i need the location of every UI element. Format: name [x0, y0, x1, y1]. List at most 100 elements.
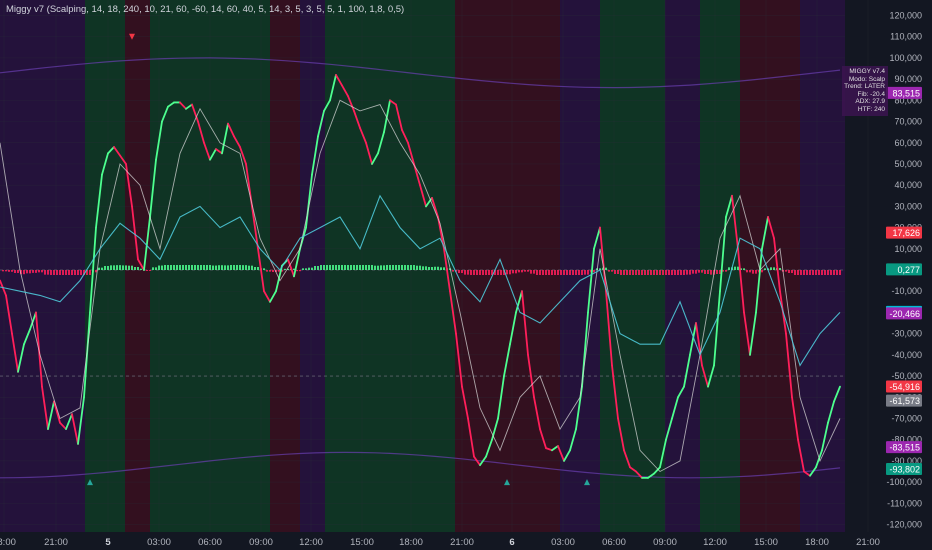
histogram-bar [812, 270, 814, 275]
histogram-bar [386, 265, 388, 270]
histogram-bar [413, 265, 415, 270]
info-line: HTF: 240 [857, 105, 885, 113]
x-tick-label: 21:00 [44, 537, 68, 548]
x-tick-label: 6 [509, 537, 514, 548]
histogram-bar [98, 267, 100, 270]
histogram-bar [248, 265, 250, 270]
histogram-bar [785, 270, 787, 272]
histogram-bar [125, 265, 127, 270]
indicator-title[interactable]: Miggy v7 (Scalping, 14, 18, 240, 10, 21,… [6, 4, 404, 15]
histogram-bar [488, 270, 490, 275]
histogram-bar [737, 266, 739, 270]
histogram-bar [701, 270, 703, 273]
histogram-bar [239, 265, 241, 270]
histogram-bar [431, 267, 433, 270]
y-tick-label: 100,000 [889, 53, 922, 63]
histogram-bar [578, 270, 580, 275]
histogram-bar [299, 270, 301, 272]
histogram-bar [524, 270, 526, 272]
histogram-bar [254, 267, 256, 270]
histogram-bar [71, 270, 73, 275]
histogram-bar [644, 270, 646, 275]
histogram-bar [320, 265, 322, 270]
histogram-bar [539, 270, 541, 275]
chart-area[interactable]: 120,000110,000100,00090,00080,00070,0006… [0, 0, 932, 550]
x-tick-label: 09:00 [249, 537, 273, 548]
histogram-bar [47, 270, 49, 275]
histogram-bar [698, 270, 700, 273]
histogram-bar [179, 265, 181, 270]
info-line: Modo: Scalp [848, 75, 885, 83]
histogram-bar [509, 270, 511, 275]
histogram-bar [461, 270, 463, 273]
histogram-bar [185, 265, 187, 270]
histogram-bar [383, 265, 385, 270]
histogram-bar [371, 265, 373, 270]
histogram-bar [104, 266, 106, 270]
histogram-bar [623, 270, 625, 275]
histogram-bar [518, 270, 520, 273]
info-box: MIGGY v7.4 Modo: Scalp Trend: LATER Fib:… [842, 66, 888, 116]
histogram-bar [614, 270, 616, 274]
histogram-bar [392, 265, 394, 270]
histogram-bar [593, 270, 595, 273]
histogram-bar [704, 270, 706, 274]
histogram-bar [380, 265, 382, 270]
histogram-bar [116, 265, 118, 270]
histogram-bar [227, 265, 229, 270]
histogram-bar [311, 267, 313, 270]
histogram-bar [605, 267, 607, 270]
histogram-bar [752, 270, 754, 274]
histogram-bar [50, 270, 52, 275]
info-line: ADX: 27.9 [855, 98, 885, 106]
histogram-bar [434, 266, 436, 270]
histogram-bar [176, 265, 178, 270]
y-tick-label: 70,000 [894, 117, 922, 127]
y-tick-label: 90,000 [894, 74, 922, 84]
histogram-bar [53, 270, 55, 275]
histogram-bar [14, 270, 16, 273]
histogram-bar [674, 270, 676, 275]
histogram-bar [809, 270, 811, 275]
x-tick-label: 15:00 [754, 537, 778, 548]
histogram-bar [527, 270, 529, 272]
histogram-bar [587, 270, 589, 275]
histogram-bar [650, 270, 652, 275]
histogram-bar [479, 270, 481, 275]
x-tick-label: 03:00 [551, 537, 575, 548]
histogram-bar [44, 270, 46, 275]
histogram-bar [212, 265, 214, 270]
histogram-bar [56, 270, 58, 275]
histogram-bar [671, 270, 673, 275]
histogram-bar [155, 267, 157, 270]
histogram-bar [806, 270, 808, 275]
x-tick-label: 06:00 [602, 537, 626, 548]
histogram-bar [170, 265, 172, 270]
histogram-bar [191, 265, 193, 270]
histogram-bar [128, 265, 130, 270]
histogram-bar [68, 270, 70, 275]
histogram-bar [323, 265, 325, 270]
histogram-bar [581, 270, 583, 275]
x-tick-label: 12:00 [703, 537, 727, 548]
histogram-bar [263, 268, 265, 270]
price-badge-label: -93,802 [889, 464, 920, 474]
histogram-bar [215, 265, 217, 270]
histogram-bar [77, 270, 79, 275]
histogram-bar [497, 270, 499, 275]
histogram-bar [338, 265, 340, 270]
y-tick-label: -120,000 [886, 520, 922, 530]
histogram-bar [695, 270, 697, 274]
histogram-bar [746, 270, 748, 273]
histogram-bar [521, 270, 523, 273]
histogram-bar [419, 265, 421, 270]
y-tick-label: -50,000 [891, 371, 922, 381]
histogram-bar [89, 270, 91, 275]
y-tick-label: -30,000 [891, 329, 922, 339]
histogram-bar [575, 270, 577, 275]
x-tick-label: 21:00 [450, 537, 474, 548]
histogram-bar [566, 270, 568, 275]
histogram-bar [620, 270, 622, 275]
histogram-bar [410, 265, 412, 270]
histogram-bar [473, 270, 475, 275]
